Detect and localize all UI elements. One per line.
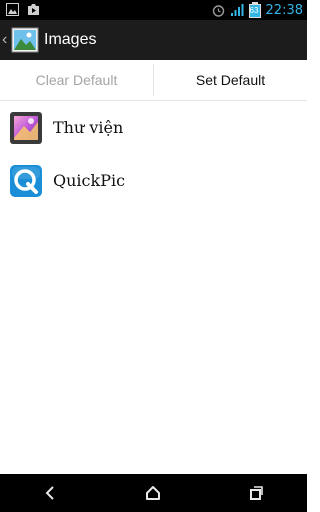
quickpic-label: QuickPic: [53, 171, 126, 190]
button-bar: Clear Default Set Default: [0, 60, 307, 101]
signal-icon: [230, 4, 244, 16]
up-caret-icon[interactable]: ‹: [2, 31, 10, 49]
battery-level: 63: [249, 6, 259, 15]
set-default-button[interactable]: Set Default: [154, 60, 307, 100]
images-app-icon[interactable]: [11, 26, 39, 54]
home-button[interactable]: [128, 474, 178, 512]
list-item-quickpic[interactable]: QuickPic: [0, 154, 307, 207]
clear-default-button[interactable]: Clear Default: [0, 60, 153, 100]
back-button[interactable]: [26, 474, 76, 512]
recents-button[interactable]: [231, 474, 281, 512]
play-store-notification-icon: [28, 4, 39, 15]
gallery-label: Thư viện: [53, 118, 124, 137]
gallery-icon: [10, 111, 42, 144]
app-list: Thư viện QuickPic: [0, 101, 307, 207]
alarm-icon: [212, 4, 224, 17]
navigation-bar: [0, 474, 307, 512]
home-icon: [146, 486, 161, 500]
page-title: Images: [44, 31, 97, 48]
back-icon: [45, 486, 54, 500]
status-bar: 63 22:38: [0, 0, 307, 20]
list-item-gallery[interactable]: Thư viện: [0, 101, 307, 154]
quickpic-icon: [10, 164, 42, 197]
battery-icon: 63: [248, 2, 261, 18]
clock: 22:38: [265, 2, 303, 18]
status-bar-system: 63 22:38: [212, 0, 303, 20]
action-bar: ‹ Images: [0, 20, 307, 61]
image-notification-icon: [6, 3, 19, 16]
recents-icon: [249, 486, 263, 500]
status-bar-notifications: [6, 3, 40, 16]
